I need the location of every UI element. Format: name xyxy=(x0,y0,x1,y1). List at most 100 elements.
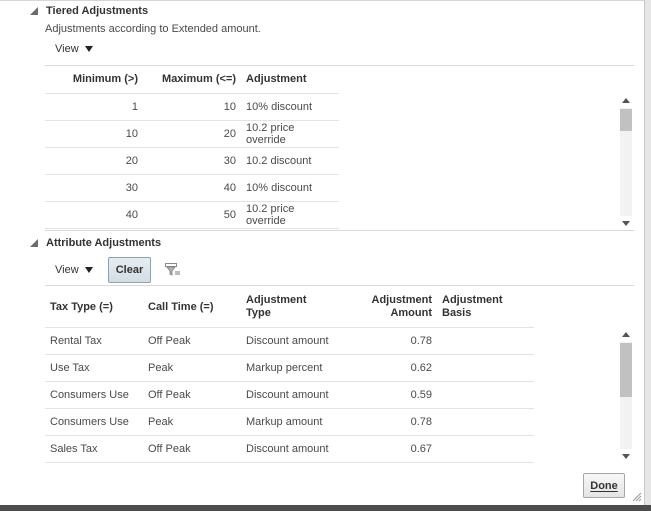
triangle-expanded-icon[interactable] xyxy=(30,7,38,15)
col-adjustment-amount-line1: Adjustment xyxy=(371,294,433,307)
table-row[interactable]: Rental Tax Off Peak Discount amount 0.78 xyxy=(45,327,534,355)
scroll-down-icon[interactable] xyxy=(622,221,630,226)
scroll-up-icon[interactable] xyxy=(622,332,630,337)
cell-adjustment-basis xyxy=(437,381,534,409)
cell-adjustment-amount: 0.67 xyxy=(339,435,437,463)
view-menu-label: View xyxy=(55,43,79,55)
cell-adjustment-basis xyxy=(437,435,534,463)
col-adjustment-type[interactable]: Adjustment Type xyxy=(241,288,339,328)
tiered-scrollbar[interactable] xyxy=(619,94,633,230)
cell-adjustment-type: Discount amount xyxy=(241,327,339,355)
cell-maximum: 50 xyxy=(143,201,241,229)
tiered-view-menu[interactable]: View xyxy=(55,43,93,55)
table-row[interactable]: 30 40 10% discount xyxy=(45,174,339,202)
scroll-up-icon[interactable] xyxy=(622,98,630,103)
adjustments-dialog: Tiered Adjustments Adjustments according… xyxy=(0,0,651,511)
col-adjustment-basis-line1: Adjustment xyxy=(442,294,503,307)
cell-maximum: 10 xyxy=(143,93,241,121)
cell-minimum: 10 xyxy=(45,120,143,148)
view-menu-label: View xyxy=(55,264,79,276)
tiered-description: Adjustments according to Extended amount… xyxy=(45,23,261,35)
table-row[interactable]: Sales Tax Off Peak Discount amount 0.67 xyxy=(45,435,534,463)
scroll-thumb[interactable] xyxy=(620,109,632,131)
cell-maximum: 30 xyxy=(143,147,241,175)
col-tax-type[interactable]: Tax Type (=) xyxy=(45,288,143,328)
col-adjustment-basis[interactable]: Adjustment Basis xyxy=(437,288,534,328)
table-row[interactable]: Use Tax Peak Markup percent 0.62 xyxy=(45,354,534,382)
cell-maximum: 40 xyxy=(143,174,241,202)
cell-minimum: 30 xyxy=(45,174,143,202)
attribute-scrollbar[interactable] xyxy=(619,328,633,463)
cell-tax-type: Consumers Use xyxy=(45,408,143,436)
cell-adjustment-basis xyxy=(437,408,534,436)
tiered-adjustments-title: Tiered Adjustments xyxy=(46,5,149,17)
col-adjustment-basis-line2: Basis xyxy=(442,307,472,320)
col-adjustment-amount[interactable]: Adjustment Amount xyxy=(339,288,437,328)
window-frame-right xyxy=(644,0,651,511)
cell-minimum: 1 xyxy=(45,93,143,121)
table-row[interactable]: 40 50 10.2 price override xyxy=(45,201,339,229)
table-row[interactable]: 1 10 10% discount xyxy=(45,93,339,121)
col-call-time[interactable]: Call Time (=) xyxy=(143,288,241,328)
attribute-table: Tax Type (=) Call Time (=) Adjustment Ty… xyxy=(45,288,534,463)
cell-adjustment-type: Markup percent xyxy=(241,354,339,382)
cell-adjustment-amount: 0.62 xyxy=(339,354,437,382)
attribute-header-row: Tax Type (=) Call Time (=) Adjustment Ty… xyxy=(45,288,534,328)
done-button-label: Done xyxy=(590,479,618,492)
cell-adjustment: 10% discount xyxy=(241,93,339,121)
col-adjustment[interactable]: Adjustment xyxy=(241,65,339,94)
cell-call-time: Off Peak xyxy=(143,435,241,463)
cell-call-time: Peak xyxy=(143,408,241,436)
resize-grip-icon[interactable] xyxy=(632,492,642,502)
cell-tax-type: Rental Tax xyxy=(45,327,143,355)
col-tax-type-label: Tax Type (=) xyxy=(50,301,113,314)
attribute-adjustments-title: Attribute Adjustments xyxy=(46,237,162,249)
cell-adjustment-type: Discount amount xyxy=(241,435,339,463)
col-maximum[interactable]: Maximum (<=) xyxy=(143,65,241,94)
scroll-thumb[interactable] xyxy=(620,343,632,397)
cell-adjustment-amount: 0.78 xyxy=(339,408,437,436)
col-minimum[interactable]: Minimum (>) xyxy=(45,65,143,94)
cell-adjustment: 10.2 price override xyxy=(241,201,339,229)
table-row[interactable]: Consumers Use Peak Markup amount 0.78 xyxy=(45,408,534,436)
cell-maximum: 20 xyxy=(143,120,241,148)
clear-button[interactable]: Clear xyxy=(108,257,151,283)
attribute-view-menu[interactable]: View xyxy=(55,264,93,276)
attribute-adjustments-header[interactable]: Attribute Adjustments xyxy=(30,237,161,249)
col-call-time-label: Call Time (=) xyxy=(148,301,214,314)
tiered-adjustments-header[interactable]: Tiered Adjustments xyxy=(30,5,148,17)
table-row[interactable]: 10 20 10.2 price override xyxy=(45,120,339,148)
top-border xyxy=(0,0,644,1)
window-frame-bottom xyxy=(0,505,651,511)
cell-tax-type: Consumers Use xyxy=(45,381,143,409)
cell-adjustment-basis xyxy=(437,327,534,355)
triangle-expanded-icon[interactable] xyxy=(30,239,38,247)
tiered-bottom-divider xyxy=(45,230,634,231)
cell-adjustment-type: Discount amount xyxy=(241,381,339,409)
scroll-down-icon[interactable] xyxy=(622,454,630,459)
cell-adjustment-basis xyxy=(437,354,534,382)
col-adjustment-type-line2: Type xyxy=(246,307,271,320)
cell-tax-type: Use Tax xyxy=(45,354,143,382)
cell-adjustment-amount: 0.78 xyxy=(339,327,437,355)
attribute-toolbar-divider xyxy=(45,285,634,286)
cell-adjustment: 10.2 price override xyxy=(241,120,339,148)
cell-adjustment: 10% discount xyxy=(241,174,339,202)
cell-adjustment-type: Markup amount xyxy=(241,408,339,436)
col-adjustment-type-line1: Adjustment xyxy=(246,294,307,307)
tiered-header-row: Minimum (>) Maximum (<=) Adjustment xyxy=(45,65,339,94)
col-adjustment-amount-line2: Amount xyxy=(390,307,432,320)
cell-call-time: Off Peak xyxy=(143,327,241,355)
caret-down-icon xyxy=(84,267,93,273)
cell-adjustment-amount: 0.59 xyxy=(339,381,437,409)
cell-minimum: 40 xyxy=(45,201,143,229)
cell-call-time: Peak xyxy=(143,354,241,382)
done-button[interactable]: Done xyxy=(583,473,625,498)
cell-call-time: Off Peak xyxy=(143,381,241,409)
table-row[interactable]: Consumers Use Off Peak Discount amount 0… xyxy=(45,381,534,409)
caret-down-icon xyxy=(84,46,93,52)
cell-minimum: 20 xyxy=(45,147,143,175)
query-by-example-icon[interactable] xyxy=(165,263,181,277)
cell-tax-type: Sales Tax xyxy=(45,435,143,463)
table-row[interactable]: 20 30 10.2 discount xyxy=(45,147,339,175)
